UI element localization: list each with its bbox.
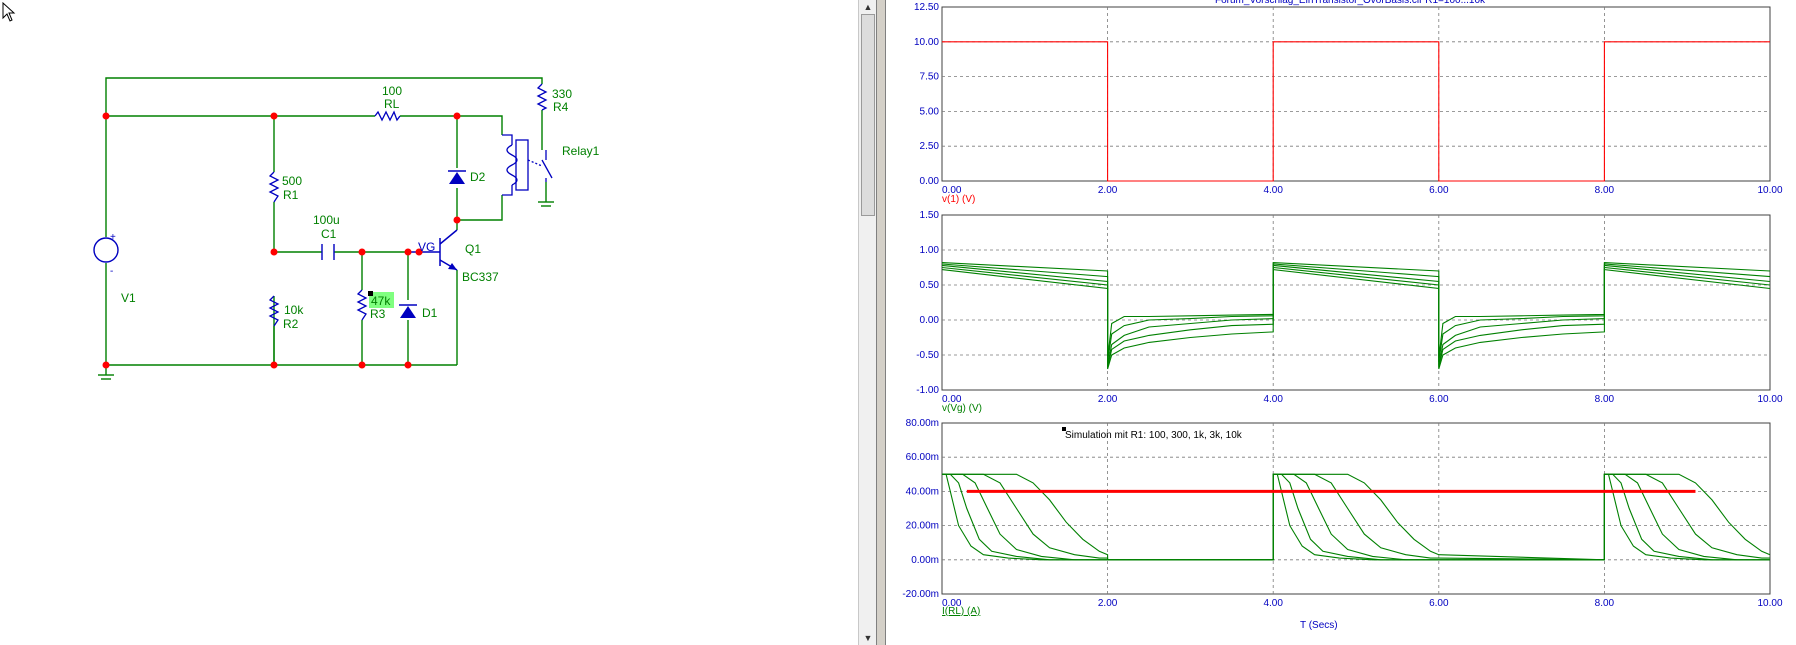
y-tick-label: 0.00 [920,315,940,326]
d1-name-label[interactable]: D1 [422,306,438,320]
y-tick-label: 0.00 [920,176,940,187]
x-tick-label: 6.00 [1429,185,1449,196]
x-tick-label: 10.00 [1757,598,1782,609]
y-tick-label: 20.00m [906,521,939,532]
r2-value-label[interactable]: 10k [284,303,304,317]
plot-frame [941,214,1771,391]
r4-name-label[interactable]: R4 [553,100,569,114]
relay-relay1[interactable] [502,134,553,196]
schematic-nodes [102,112,461,369]
diode-d1[interactable] [399,304,417,318]
x-tick-label: 4.00 [1263,598,1283,609]
c1-value-label[interactable]: 100u [313,213,340,227]
x-tick-label: 4.00 [1263,185,1283,196]
y-tick-label: 1.50 [920,210,940,221]
x-tick-label: 2.00 [1098,598,1118,609]
waveform-label[interactable]: v(1) (V) [942,194,975,205]
y-tick-label: 0.00m [911,555,939,566]
y-tick-label: 0.50 [920,280,940,291]
resistor-r1[interactable] [268,171,280,203]
simulation-annotation: Simulation mit R1: 100, 300, 1k, 3k, 10k [1065,430,1243,441]
r1-value-label[interactable]: 500 [282,174,302,188]
y-tick-label: 2.50 [920,141,940,152]
plot-file-title: Forum_Vorschlag_EinTransistor_OvorBasis.… [1215,0,1486,6]
y-tick-label: 80.00m [906,418,939,429]
ground-symbol-relay [538,182,554,207]
plot-frame [941,6,1771,182]
scroll-up-arrow-icon[interactable]: ▲ [859,0,877,14]
r1-name-label[interactable]: R1 [283,188,299,202]
data-series-line [942,473,1770,561]
x-tick-label: 10.00 [1757,185,1782,196]
y-tick-label: 1.00 [920,245,940,256]
x-axis-title: T (Secs) [1300,620,1338,631]
data-series-line [941,268,1771,359]
r2-name-label[interactable]: R2 [283,317,299,331]
resistor-r4[interactable] [536,83,548,111]
vertical-scrollbar[interactable]: ▲ ▼ [858,0,878,645]
v1-name-label[interactable]: V1 [121,291,136,305]
r4-value-label[interactable]: 330 [552,87,572,101]
vg-node-label[interactable]: VG [418,240,435,254]
x-tick-label: 10.00 [1757,394,1782,405]
q1-name-label[interactable]: Q1 [465,242,481,256]
scrollbar-thumb[interactable] [861,14,875,216]
y-tick-label: -20.00m [902,589,939,600]
data-series-line [942,473,1770,561]
resistor-r3[interactable] [356,289,368,321]
r3-name-label[interactable]: R3 [370,307,386,321]
d2-name-label[interactable]: D2 [470,170,486,184]
x-tick-label: 8.00 [1595,185,1615,196]
capacitor-c1[interactable] [321,244,335,260]
data-series-line [942,473,1771,561]
c1-name-label[interactable]: C1 [321,227,337,241]
r3-value-label[interactable]: 47k [371,294,391,308]
ground-symbol-left [98,374,114,380]
v1-minus-sign: - [110,266,113,277]
x-tick-label: 6.00 [1429,598,1449,609]
diode-d2[interactable] [448,170,466,184]
rl-name-label[interactable]: RL [384,97,400,111]
rl-value-label[interactable]: 100 [382,84,402,98]
y-tick-label: 40.00m [906,486,939,497]
scroll-down-arrow-icon[interactable]: ▼ [859,631,877,645]
resistor-rl[interactable] [374,110,401,122]
plot-frame [941,422,1771,595]
mouse-pointer-icon [2,2,16,22]
y-tick-label: 5.00 [920,106,940,117]
data-series-line [942,473,1770,561]
data-series-line [942,473,1770,561]
y-tick-label: 12.50 [914,2,939,13]
y-tick-label: 7.50 [920,72,940,83]
x-tick-label: 8.00 [1595,598,1615,609]
y-tick-label: -0.50 [916,350,939,361]
waveform-label[interactable]: I(RL) (A) [942,606,980,617]
waveform-label[interactable]: v(Vg) (V) [942,403,982,414]
y-tick-label: 10.00 [914,37,939,48]
y-tick-label: 60.00m [906,452,939,463]
transient-plot-area[interactable]: Forum_Vorschlag_EinTransistor_OvorBasis.… [885,0,1796,645]
schematic-canvas[interactable]: + - 100 RL 330 R4 Relay1 500 R1 100u C1 … [0,0,860,645]
data-series-line [941,266,1771,363]
q1-part-label[interactable]: BC337 [462,270,499,284]
y-tick-label: -1.00 [916,385,939,396]
x-tick-label: 6.00 [1429,394,1449,405]
v1-plus-sign: + [110,232,116,243]
x-tick-label: 2.00 [1098,185,1118,196]
relay1-name-label[interactable]: Relay1 [562,144,600,158]
x-tick-label: 4.00 [1263,394,1283,405]
x-tick-label: 2.00 [1098,394,1118,405]
x-tick-label: 8.00 [1595,394,1615,405]
